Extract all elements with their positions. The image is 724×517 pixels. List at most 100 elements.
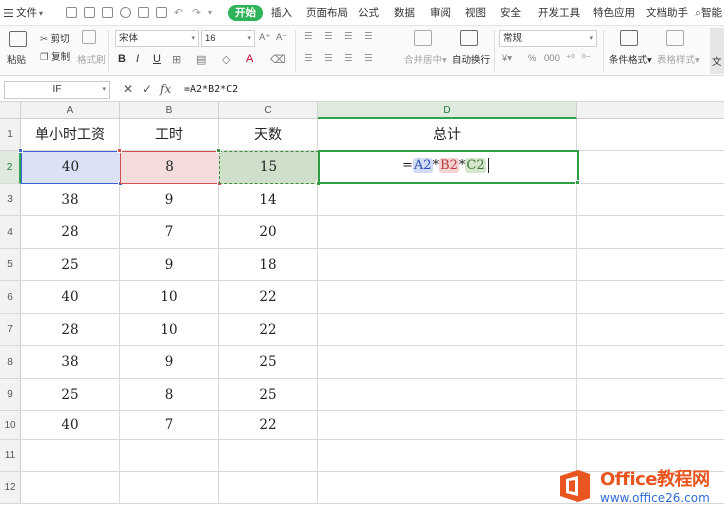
- file-menu[interactable]: 文件 ▾: [4, 5, 43, 21]
- row-header-1[interactable]: 1: [0, 119, 21, 151]
- tab-home[interactable]: 开始: [228, 5, 263, 21]
- font-name-select[interactable]: 宋体 ▾: [115, 30, 199, 47]
- italic-button[interactable]: I: [136, 53, 139, 65]
- export-pdf-icon[interactable]: [120, 7, 131, 18]
- cell-e8[interactable]: [577, 346, 724, 379]
- row-header-7[interactable]: 7: [0, 314, 21, 346]
- tab-data[interactable]: 数据: [394, 5, 415, 21]
- cell-d10[interactable]: [318, 411, 577, 440]
- cell-b2[interactable]: 8: [120, 151, 219, 184]
- cell-d6[interactable]: [318, 281, 577, 314]
- cell-c9[interactable]: 25: [219, 379, 318, 411]
- cell-e10[interactable]: [577, 411, 724, 440]
- cell-c12[interactable]: [219, 472, 318, 504]
- table-style-button[interactable]: 表格样式▾: [657, 52, 700, 66]
- cell-c8[interactable]: 25: [219, 346, 318, 379]
- open-folder-icon[interactable]: [84, 7, 95, 18]
- cell-b10[interactable]: 7: [120, 411, 219, 440]
- fill-color-icon[interactable]: ◇: [222, 53, 230, 66]
- format-painter-icon[interactable]: [82, 30, 96, 44]
- more-quick-access-icon[interactable]: ▾: [208, 5, 212, 21]
- ribbon-more-panel[interactable]: 文: [710, 28, 724, 74]
- column-header-b[interactable]: B: [120, 102, 219, 119]
- row-header-4[interactable]: 4: [0, 216, 21, 249]
- cell-d1[interactable]: 总计: [318, 119, 577, 151]
- tab-view[interactable]: 视图: [465, 5, 486, 21]
- row-header-10[interactable]: 10: [0, 411, 21, 440]
- cell-d8[interactable]: [318, 346, 577, 379]
- row-header-5[interactable]: 5: [0, 249, 21, 281]
- cell-c11[interactable]: [219, 440, 318, 472]
- conditional-format-icon[interactable]: [620, 30, 638, 46]
- cell-d12[interactable]: [318, 472, 577, 504]
- font-size-select[interactable]: 16 ▾: [201, 30, 255, 47]
- format-painter-button[interactable]: 格式刷: [77, 52, 106, 66]
- row-header-11[interactable]: 11: [0, 440, 21, 472]
- copy-button[interactable]: ❐ 复制: [40, 49, 70, 63]
- cell-a9[interactable]: 25: [21, 379, 120, 411]
- cell-b4[interactable]: 7: [120, 216, 219, 249]
- cell-b6[interactable]: 10: [120, 281, 219, 314]
- column-header-a[interactable]: A: [21, 102, 120, 119]
- tab-developer[interactable]: 开发工具: [538, 5, 580, 21]
- paste-icon[interactable]: [9, 31, 27, 47]
- align-right-icon[interactable]: ☰: [344, 53, 353, 64]
- cell-b11[interactable]: [120, 440, 219, 472]
- redo-icon[interactable]: ↷: [192, 5, 201, 21]
- justify-icon[interactable]: ☰: [364, 53, 373, 64]
- font-color-button[interactable]: A: [246, 53, 253, 65]
- currency-icon[interactable]: ¥▾: [502, 53, 512, 64]
- cell-e5[interactable]: [577, 249, 724, 281]
- column-header-d[interactable]: D: [318, 102, 577, 119]
- tab-security[interactable]: 安全: [500, 5, 521, 21]
- cell-b12[interactable]: [120, 472, 219, 504]
- row-header-8[interactable]: 8: [0, 346, 21, 379]
- cell-b7[interactable]: 10: [120, 314, 219, 346]
- percent-button[interactable]: %: [528, 53, 536, 64]
- cell-a4[interactable]: 28: [21, 216, 120, 249]
- table-style-icon[interactable]: [666, 30, 684, 46]
- cell-a1[interactable]: 单小时工资: [21, 119, 120, 151]
- tab-review[interactable]: 审阅: [430, 5, 451, 21]
- paste-button[interactable]: 粘贴: [7, 52, 26, 66]
- cell-a3[interactable]: 38: [21, 184, 120, 216]
- cell-b3[interactable]: 9: [120, 184, 219, 216]
- cell-b8[interactable]: 9: [120, 346, 219, 379]
- confirm-icon[interactable]: ✓: [142, 82, 152, 96]
- cell-d3[interactable]: [318, 184, 577, 216]
- cell-a2[interactable]: 40: [21, 151, 120, 184]
- search-box[interactable]: ⌕智能: [695, 5, 722, 21]
- cell-c4[interactable]: 20: [219, 216, 318, 249]
- cell-a6[interactable]: 40: [21, 281, 120, 314]
- cell-b9[interactable]: 8: [120, 379, 219, 411]
- cell-e7[interactable]: [577, 314, 724, 346]
- cell-e9[interactable]: [577, 379, 724, 411]
- cell-a12[interactable]: [21, 472, 120, 504]
- number-format-select[interactable]: 常规 ▾: [499, 30, 597, 47]
- cell-e6[interactable]: [577, 281, 724, 314]
- decrease-decimal-icon[interactable]: ⁰⁻: [582, 53, 591, 64]
- indent-icon[interactable]: ☰: [364, 31, 373, 42]
- cell-c2[interactable]: 15: [219, 151, 318, 184]
- cut-button[interactable]: ✂ 剪切: [40, 31, 70, 45]
- align-left-icon[interactable]: ☰: [304, 53, 313, 64]
- formula-input[interactable]: =A2*B2*C2: [180, 81, 724, 99]
- cell-d7[interactable]: [318, 314, 577, 346]
- merge-cells-icon[interactable]: ▤: [196, 53, 206, 66]
- cancel-icon[interactable]: ✕: [123, 82, 133, 96]
- row-header-9[interactable]: 9: [0, 379, 21, 411]
- cell-a8[interactable]: 38: [21, 346, 120, 379]
- select-all-corner[interactable]: [0, 102, 21, 119]
- wrap-text-icon[interactable]: [460, 30, 478, 46]
- cell-d11[interactable]: [318, 440, 577, 472]
- cell-e3[interactable]: [577, 184, 724, 216]
- cell-c10[interactable]: 22: [219, 411, 318, 440]
- cell-a10[interactable]: 40: [21, 411, 120, 440]
- grow-font-icon[interactable]: A⁺: [259, 32, 270, 43]
- wrap-text-button[interactable]: 自动换行: [452, 52, 490, 66]
- row-header-2[interactable]: 2: [0, 151, 21, 184]
- border-icon[interactable]: ⊞: [172, 53, 181, 66]
- column-header-e[interactable]: [577, 102, 724, 119]
- align-top-icon[interactable]: ☰: [304, 31, 313, 42]
- cell-d4[interactable]: [318, 216, 577, 249]
